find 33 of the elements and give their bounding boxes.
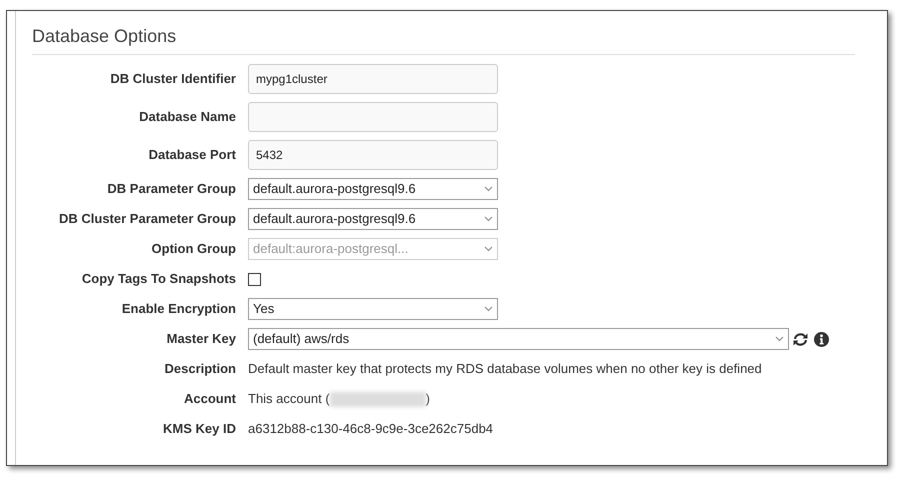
- checkbox[interactable]: [248, 272, 261, 286]
- field-label: Database Port: [148, 146, 237, 164]
- info-icon[interactable]: [814, 332, 829, 346]
- field-label: Option Group: [150, 240, 237, 258]
- field-label: Description: [163, 360, 237, 378]
- section-title: Database Options: [32, 23, 855, 55]
- dropdown[interactable]: Yes: [248, 298, 498, 320]
- caret-icon: [775, 336, 784, 342]
- field-label: Copy Tags To Snapshots: [80, 270, 237, 288]
- field-label: DB Cluster Parameter Group: [58, 210, 237, 228]
- field-value: ): [426, 390, 430, 408]
- field-value: a6312b88-c130-46c8-9c9e-3ce262c75db4: [248, 420, 494, 438]
- field-label: KMS Key ID: [162, 420, 237, 438]
- text-field[interactable]: [248, 102, 498, 132]
- refresh-icon[interactable]: [792, 332, 809, 346]
- caret-icon: [484, 216, 493, 222]
- field-label: DB Cluster Identifier: [109, 70, 237, 88]
- field-value: Default master key that protects my RDS database volumes when no other key is defined: [248, 360, 762, 378]
- field-label: Database Name: [138, 108, 237, 126]
- dropdown[interactable]: default.aurora-postgresql9.6: [248, 208, 498, 230]
- field-value: This account (: [248, 390, 330, 408]
- dropdown[interactable]: (default) aws/rds: [248, 328, 789, 350]
- caret-icon: [484, 246, 493, 252]
- field-label: DB Parameter Group: [106, 180, 237, 198]
- text-field[interactable]: mypg1cluster: [248, 64, 498, 94]
- caret-icon: [484, 306, 493, 312]
- dropdown[interactable]: default.aurora-postgresql9.6: [248, 178, 498, 200]
- field-label: Master Key: [166, 330, 237, 348]
- dropdown: default:aurora-postgresql...: [248, 238, 498, 260]
- field-label: Account: [183, 390, 237, 408]
- text-field[interactable]: 5432: [248, 140, 498, 170]
- caret-icon: [484, 186, 493, 192]
- field-label: Enable Encryption: [120, 300, 237, 318]
